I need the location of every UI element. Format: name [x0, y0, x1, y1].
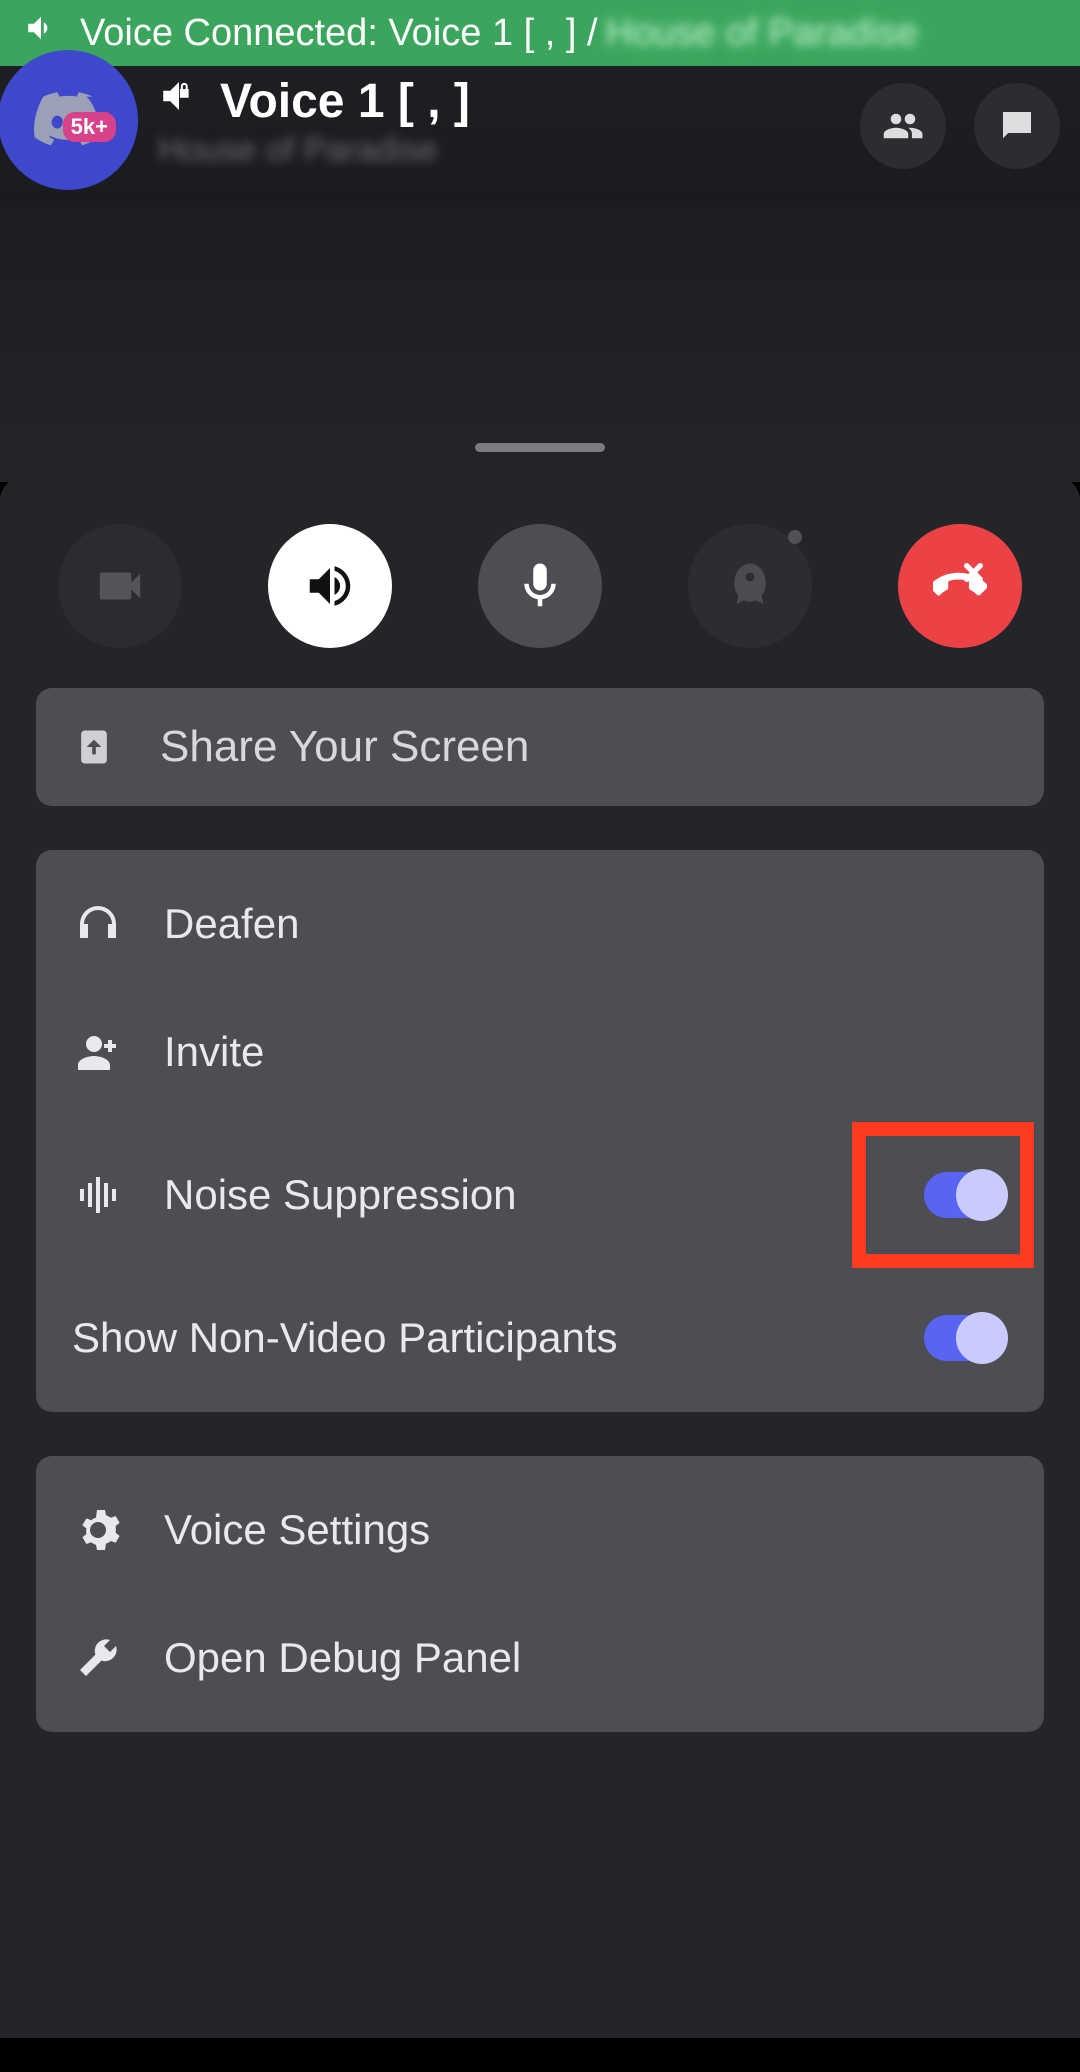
- call-action-row: [36, 524, 1044, 648]
- settings-card: Voice Settings Open Debug Panel: [36, 1456, 1044, 1732]
- chat-icon: [996, 105, 1038, 147]
- soundwave-icon: [72, 1171, 124, 1219]
- invite-row[interactable]: Invite: [72, 988, 1008, 1116]
- voice-connected-banner[interactable]: Voice Connected: Voice 1 [ , ] / House o…: [0, 0, 1080, 66]
- gear-icon: [72, 1506, 124, 1554]
- add-person-icon: [72, 1028, 124, 1076]
- debug-panel-label: Open Debug Panel: [164, 1634, 1008, 1682]
- share-screen-button[interactable]: Share Your Screen: [36, 688, 1044, 806]
- voice-settings-label: Voice Settings: [164, 1506, 1008, 1554]
- invite-label: Invite: [164, 1028, 1008, 1076]
- noise-suppression-label: Noise Suppression: [164, 1171, 924, 1219]
- channel-header: 5k+ Voice 1 [ , ] House of Paradise: [0, 66, 1080, 202]
- deafen-label: Deafen: [164, 900, 1008, 948]
- disconnect-button[interactable]: [898, 524, 1022, 648]
- audio-options-card: Deafen Invite Noise Suppression Show Non…: [36, 850, 1044, 1412]
- show-non-video-toggle[interactable]: [924, 1315, 1008, 1361]
- wrench-icon: [72, 1634, 124, 1682]
- chat-button[interactable]: [974, 83, 1060, 169]
- hangup-icon: [933, 559, 987, 613]
- activities-button[interactable]: [688, 524, 812, 648]
- voice-settings-row[interactable]: Voice Settings: [72, 1466, 1008, 1594]
- voice-connected-server: House of Paradise: [606, 12, 919, 55]
- video-area: [0, 202, 1080, 482]
- deafen-row[interactable]: Deafen: [72, 860, 1008, 988]
- speaker-lock-icon: [158, 74, 200, 129]
- notification-dot: [788, 530, 802, 544]
- sheet-drag-handle[interactable]: [475, 443, 605, 452]
- microphone-icon: [513, 559, 567, 613]
- camera-icon: [93, 559, 147, 613]
- rocket-icon: [723, 559, 777, 613]
- headphones-icon: [72, 900, 124, 948]
- debug-panel-row[interactable]: Open Debug Panel: [72, 1594, 1008, 1722]
- speaker-icon: [24, 11, 58, 55]
- show-non-video-row[interactable]: Show Non-Video Participants: [72, 1274, 1008, 1402]
- voice-connected-text: Voice Connected: Voice 1 [ , ] /: [80, 12, 598, 55]
- channel-name: Voice 1 [ , ]: [220, 74, 470, 129]
- noise-suppression-row[interactable]: Noise Suppression: [72, 1116, 1008, 1274]
- video-button[interactable]: [58, 524, 182, 648]
- speaker-icon: [303, 559, 357, 613]
- speaker-button[interactable]: [268, 524, 392, 648]
- noise-suppression-toggle[interactable]: [924, 1172, 1008, 1218]
- share-screen-label: Share Your Screen: [160, 722, 529, 772]
- members-button[interactable]: [860, 83, 946, 169]
- server-name: House of Paradise: [158, 131, 832, 170]
- server-avatar[interactable]: 5k+: [0, 50, 138, 190]
- people-icon: [882, 105, 924, 147]
- show-non-video-label: Show Non-Video Participants: [72, 1314, 924, 1362]
- voice-controls-panel: Share Your Screen Deafen Invite Noise Su…: [0, 478, 1080, 2038]
- share-screen-icon: [72, 725, 116, 769]
- server-member-badge: 5k+: [63, 112, 116, 142]
- mute-button[interactable]: [478, 524, 602, 648]
